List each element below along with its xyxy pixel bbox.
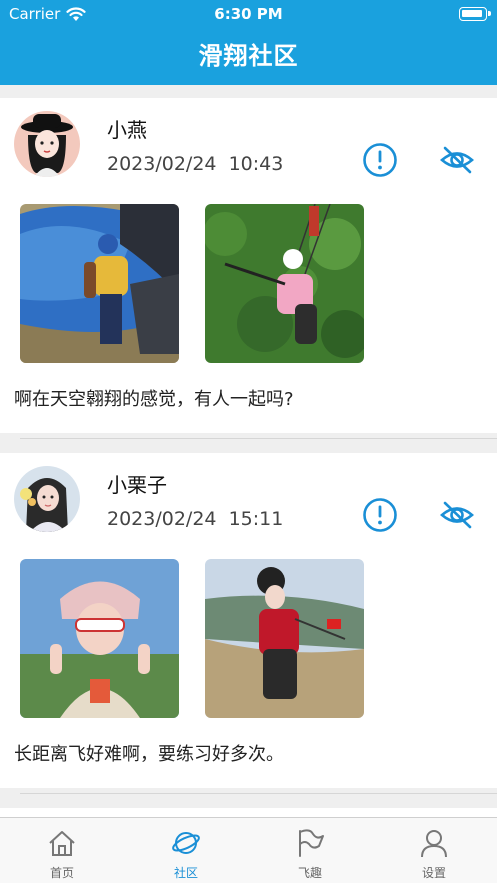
tab-community[interactable]: 社区 xyxy=(124,818,248,883)
exclamation-circle-icon xyxy=(363,143,397,177)
status-bar: Carrier 6:30 PM xyxy=(0,5,497,25)
divider xyxy=(20,793,497,794)
planet-icon xyxy=(172,832,200,854)
post-card: 小燕 2023/02/24 10:43 啊在天空翱翔的感觉，有人一起吗? xyxy=(0,98,497,433)
tab-label: 社区 xyxy=(173,866,198,880)
exclamation-circle-icon xyxy=(363,498,397,532)
post-username[interactable]: 小燕 xyxy=(107,114,147,143)
post-photo[interactable] xyxy=(20,204,179,363)
page-title: 滑翔社区 xyxy=(198,42,299,70)
post-caption: 啊在天空翱翔的感觉，有人一起吗? xyxy=(14,389,294,410)
tab-settings[interactable]: 设置 xyxy=(372,818,496,883)
hide-post-button[interactable] xyxy=(438,496,476,534)
divider xyxy=(20,438,497,439)
post-photo[interactable] xyxy=(20,559,179,718)
tab-fun[interactable]: 飞趣 xyxy=(248,818,372,883)
tab-label: 飞趣 xyxy=(297,866,322,880)
person-icon xyxy=(421,830,447,858)
post-photo[interactable] xyxy=(205,559,364,718)
post-timestamp: 2023/02/24 10:43 xyxy=(107,153,284,175)
post-username[interactable]: 小栗子 xyxy=(107,469,167,498)
app-header: Carrier 6:30 PM 滑翔社区 xyxy=(0,0,497,85)
home-icon xyxy=(49,831,75,856)
post-timestamp: 2023/02/24 15:11 xyxy=(107,508,284,530)
flag-icon xyxy=(299,829,324,857)
post-card: 小栗子 2023/02/24 15:11 长距离飞好难啊，要练习好多次。 xyxy=(0,453,497,788)
tab-home[interactable]: 首页 xyxy=(0,818,124,883)
report-button[interactable] xyxy=(361,496,399,534)
avatar[interactable] xyxy=(14,111,80,177)
community-feed[interactable]: 小燕 2023/02/24 10:43 啊在天空翱翔的感觉，有人一起吗? 小栗子… xyxy=(0,85,497,817)
tab-label: 首页 xyxy=(49,866,74,880)
post-photo[interactable] xyxy=(205,204,364,363)
avatar[interactable] xyxy=(14,466,80,532)
eye-slash-icon xyxy=(440,501,474,529)
battery-icon xyxy=(459,7,491,21)
tab-bar: 首页 社区 飞趣 设置 xyxy=(0,817,497,883)
eye-slash-icon xyxy=(440,146,474,174)
post-card xyxy=(0,808,497,817)
tab-label: 设置 xyxy=(421,866,446,880)
hide-post-button[interactable] xyxy=(438,141,476,179)
report-button[interactable] xyxy=(361,141,399,179)
status-time: 6:30 PM xyxy=(214,5,283,23)
post-caption: 长距离飞好难啊，要练习好多次。 xyxy=(14,744,284,765)
